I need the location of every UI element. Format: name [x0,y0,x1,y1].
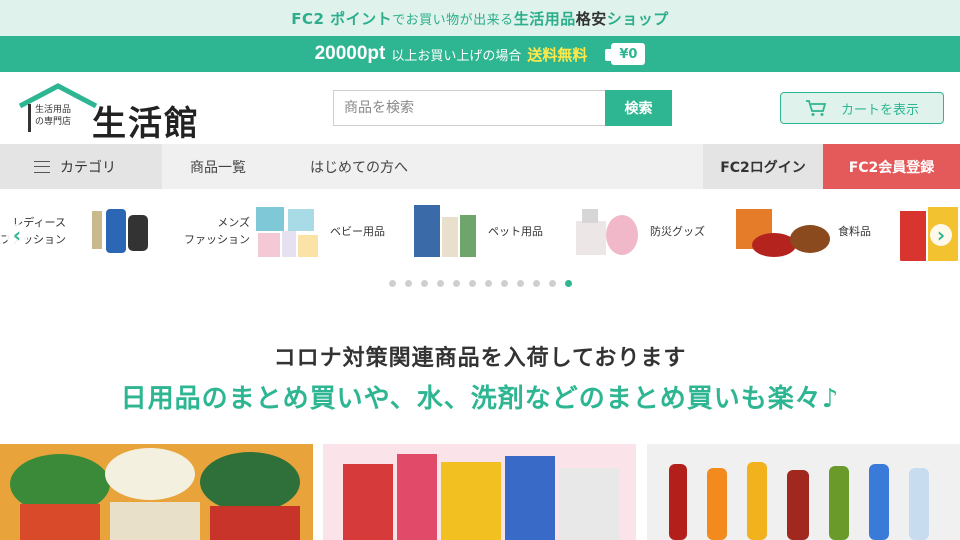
banner-bold-text: 格安 [575,9,607,28]
fc2-point-text: FC2 ポイント [291,9,393,28]
announcement-heading: コロナ対策関連商品を入荷しております [273,346,687,371]
banner-drinks[interactable] [647,444,960,540]
truck-icon: ¥0 [605,43,646,65]
banner-snacks[interactable] [323,444,636,540]
nav-link-product-list[interactable]: 商品一覧 [190,157,246,177]
cart-icon [805,100,827,116]
banner-middle-text: でお買い物が出来る [392,12,514,28]
logo-name: 生活館 [92,104,200,144]
carousel-dot[interactable] [548,280,556,287]
carousel-pagination [0,280,960,287]
category-label-disaster: 防災グッズ [650,225,705,238]
promo-free-shipping: 送料無料 [527,45,588,64]
carousel-next-arrow-icon[interactable]: › [930,223,952,247]
logo-sub-line2: の専門店 [35,117,72,127]
mens-fashion-image [86,201,156,261]
promo-condition: 以上お買い上げの場合 [391,48,522,64]
logo-sub-line1: 生活用品 [35,105,72,115]
fc2-register-button[interactable]: FC2会員登録 [823,144,960,189]
view-cart-label: カートを表示 [840,102,919,118]
banner-tail-text: ショップ [606,9,669,28]
carousel-dot[interactable] [468,280,476,287]
promo-points: 20000pt [314,43,386,64]
carousel-prev-arrow-icon[interactable]: ‹ [6,223,28,247]
carousel-dot[interactable] [452,280,460,287]
banner-highlight-text: 生活用品 [513,9,576,28]
category-label: カテゴリ [60,159,116,176]
category-label-food: 食料品 [838,225,871,238]
category-label-pet: ペット用品 [488,225,543,238]
carousel-dot[interactable] [404,280,412,287]
announcement-subheading: 日用品のまとめ買いや、水、洗剤などのまとめ買いも楽々♪ [120,384,840,414]
category-carousel: レディース ファッション メンズ ファッション ベビー用品 ペット用品 防災グッ… [0,189,960,279]
site-logo[interactable]: 生活用品 の専門店 生活館 [18,82,228,144]
hamburger-icon [34,160,50,173]
search-form: 検索 [333,90,672,126]
main-nav: カテゴリ 商品一覧 はじめての方へ FC2ログイン FC2会員登録 [0,144,960,189]
carousel-dot[interactable] [484,280,492,287]
carousel-dot[interactable] [436,280,444,287]
category-item-mens[interactable]: メンズ ファッション [86,199,250,263]
carousel-dot[interactable] [500,280,508,287]
top-announcement-bar: FC2 ポイント でお買い物が出来る 生活用品 格安 ショップ [0,0,960,36]
category-item-disaster[interactable]: 防災グッズ [572,199,705,263]
fc2-login-button[interactable]: FC2ログイン [703,144,823,189]
category-menu-button[interactable]: カテゴリ [0,144,162,189]
pet-goods-image [410,201,480,261]
disaster-goods-image [572,201,642,261]
carousel-dot[interactable] [388,280,396,287]
category-label-baby: ベビー用品 [330,225,385,238]
category-item-baby[interactable]: ベビー用品 [252,199,385,263]
site-header: 生活用品 の専門店 生活館 検索 カートを表示 [0,72,960,144]
category-item-food[interactable]: 食料品 [734,199,871,263]
baby-goods-image [252,201,322,261]
search-button[interactable]: 検索 [605,90,672,126]
carousel-dot[interactable] [532,280,540,287]
carousel-dot[interactable] [564,280,572,287]
category-label-mens: メンズ ファッション [184,216,250,246]
search-input[interactable] [333,90,605,126]
nav-link-beginners[interactable]: はじめての方へ [310,157,408,177]
promo-price: ¥0 [619,46,638,62]
view-cart-button[interactable]: カートを表示 [780,92,944,124]
food-image [734,201,830,261]
banner-instant-noodles[interactable] [0,444,313,540]
category-item-pet[interactable]: ペット用品 [410,199,543,263]
carousel-dot[interactable] [516,280,524,287]
logo-subtitle: 生活用品 の専門店 [28,104,71,132]
carousel-dot[interactable] [420,280,428,287]
promo-bar: 20000pt 以上お買い上げの場合 送料無料 ¥0 [0,36,960,72]
